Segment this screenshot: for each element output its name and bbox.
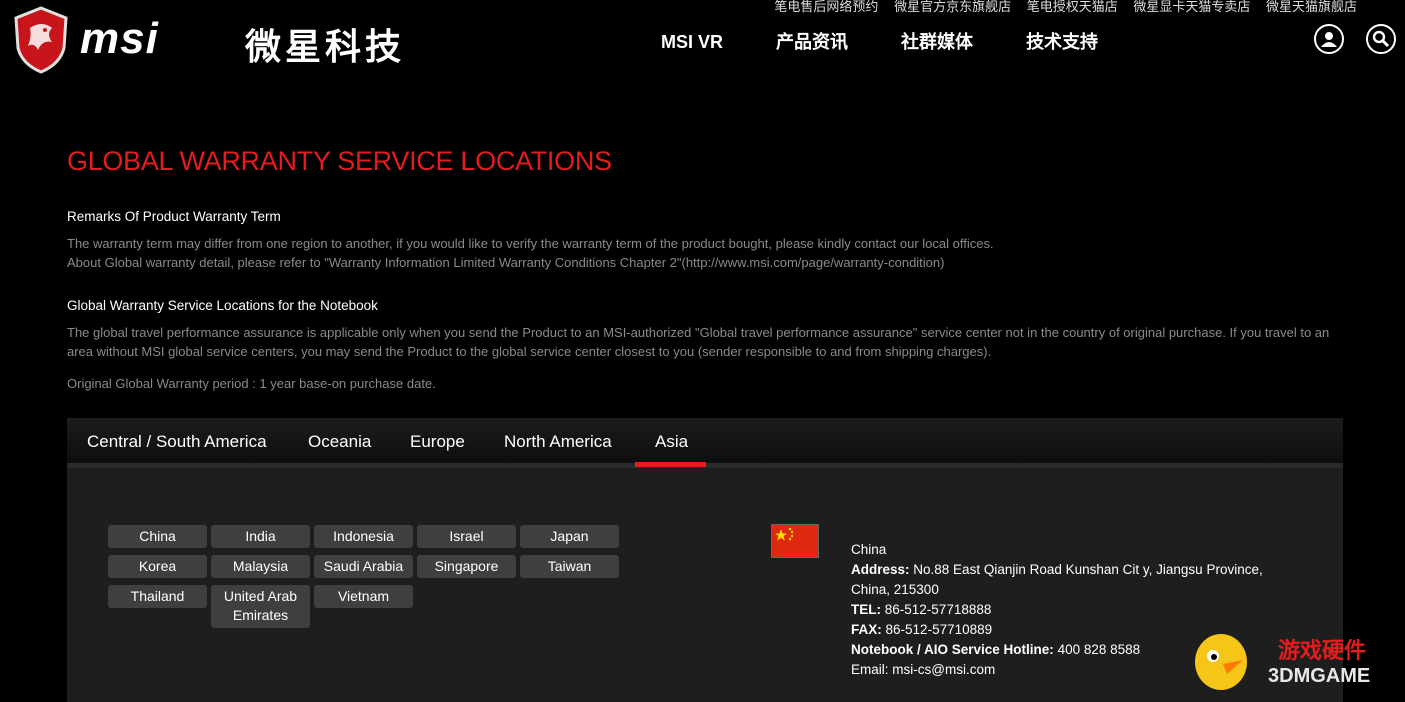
msi-logo-cn[interactable]: 微星科技	[245, 18, 405, 70]
nav-item-social[interactable]: 社群媒体	[901, 32, 973, 52]
nav-item-msi-vr[interactable]: MSI VR	[661, 32, 723, 52]
country-button-saudi-arabia[interactable]: Saudi Arabia	[314, 555, 413, 578]
country-button-singapore[interactable]: Singapore	[417, 555, 516, 578]
msi-dragon-shield-icon[interactable]	[12, 6, 70, 74]
info-address: Address: No.88 East Qianjin Road Kunshan…	[851, 560, 1271, 600]
remarks-text: The warranty term may differ from one re…	[67, 234, 1347, 272]
country-button-japan[interactable]: Japan	[520, 525, 619, 548]
country-button-vietnam[interactable]: Vietnam	[314, 585, 413, 608]
top-links: 笔电售后网络预约 微星官方京东旗舰店 笔电授权天猫店 微星显卡天猫专卖店 微星天…	[762, 0, 1357, 15]
tab-north-america[interactable]: North America	[504, 432, 612, 452]
country-button-uae[interactable]: United Arab Emirates	[211, 585, 310, 628]
tel-label: TEL:	[851, 602, 881, 617]
country-button-taiwan[interactable]: Taiwan	[520, 555, 619, 578]
hotline-label: Notebook / AIO Service Hotline:	[851, 642, 1054, 657]
country-button-thailand[interactable]: Thailand	[108, 585, 207, 608]
search-button[interactable]	[1366, 24, 1396, 54]
top-link[interactable]: 微星官方京东旗舰店	[894, 0, 1011, 14]
3dmgame-watermark-icon: 游戏硬件 3DMGAME	[1195, 634, 1370, 690]
search-icon	[1372, 30, 1390, 48]
top-link[interactable]: 微星显卡天猫专卖店	[1133, 0, 1250, 14]
email-label: Email:	[851, 662, 889, 677]
tab-oceania[interactable]: Oceania	[308, 432, 371, 452]
country-button-malaysia[interactable]: Malaysia	[211, 555, 310, 578]
watermark-en: 3DMGAME	[1268, 665, 1370, 687]
user-icon	[1321, 32, 1337, 47]
notebook-text: The global travel performance assurance …	[67, 325, 1330, 359]
fax-value: 86-512-57710889	[885, 622, 993, 637]
top-link[interactable]: 笔电授权天猫店	[1027, 0, 1118, 14]
warranty-period: Original Global Warranty period : 1 year…	[67, 376, 436, 391]
nav-item-support[interactable]: 技术支持	[1026, 32, 1098, 52]
remarks-line: The warranty term may differ from one re…	[67, 236, 994, 251]
top-link[interactable]: 微星天猫旗舰店	[1266, 0, 1357, 14]
info-country: China	[851, 542, 887, 557]
nav-item-products[interactable]: 产品资讯	[776, 32, 848, 52]
country-button-israel[interactable]: Israel	[417, 525, 516, 548]
country-button-india[interactable]: India	[211, 525, 310, 548]
tel-value: 86-512-57718888	[884, 602, 992, 617]
hotline-value: 400 828 8588	[1057, 642, 1141, 657]
info-tel: TEL: 86-512-57718888	[851, 600, 1271, 620]
msi-logo-text[interactable]: msi	[80, 14, 159, 64]
tab-europe[interactable]: Europe	[410, 432, 465, 452]
email-value[interactable]: msi-cs@msi.com	[892, 662, 995, 677]
country-button-china[interactable]: China	[108, 525, 207, 548]
tab-asia[interactable]: Asia	[655, 432, 688, 452]
fax-label: FAX:	[851, 622, 882, 637]
tab-central-south-america[interactable]: Central / South America	[87, 432, 267, 452]
address-value: No.88 East Qianjin Road Kunshan Cit y, J…	[851, 562, 1263, 597]
notebook-title: Global Warranty Service Locations for th…	[67, 298, 378, 313]
locations-panel: Central / South America Oceania Europe N…	[67, 418, 1343, 702]
remarks-line: About Global warranty detail, please ref…	[67, 255, 945, 270]
top-link[interactable]: 笔电售后网络预约	[774, 0, 878, 14]
remarks-title: Remarks Of Product Warranty Term	[67, 209, 281, 224]
region-tabs: Central / South America Oceania Europe N…	[67, 418, 1343, 468]
address-label: Address:	[851, 562, 910, 577]
country-button-korea[interactable]: Korea	[108, 555, 207, 578]
page-title: GLOBAL WARRANTY SERVICE LOCATIONS	[67, 146, 612, 176]
china-flag-icon	[771, 524, 819, 558]
user-button[interactable]	[1314, 24, 1344, 54]
active-tab-indicator	[635, 462, 706, 467]
country-button-indonesia[interactable]: Indonesia	[314, 525, 413, 548]
watermark-cn: 游戏硬件	[1278, 638, 1366, 664]
main-nav: MSI VR 产品资讯 社群媒体 技术支持	[661, 28, 1146, 54]
